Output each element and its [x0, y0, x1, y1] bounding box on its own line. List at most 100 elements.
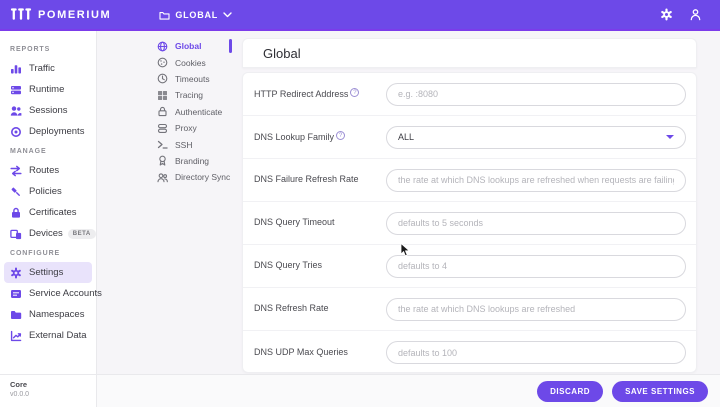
pomerium-mark-icon — [10, 6, 32, 23]
subnav-item-branding[interactable]: Branding — [157, 153, 235, 169]
sidebar-item-external-data[interactable]: External Data — [0, 325, 96, 346]
topbar-actions — [660, 8, 720, 21]
info-icon[interactable]: ? — [336, 130, 346, 140]
pomerium-logo: POMERIUM — [0, 6, 111, 23]
save-settings-button[interactable]: SAVE SETTINGS — [612, 380, 708, 402]
section-label-configure: CONFIGURE — [10, 250, 61, 257]
subnav-item-ssh[interactable]: SSH — [157, 136, 235, 152]
user-icon — [689, 8, 702, 21]
sidebar-item-deployments[interactable]: Deployments — [0, 121, 96, 142]
field-label: DNS Query Tries — [254, 260, 323, 271]
sidebar-item-label: Sessions — [29, 105, 68, 116]
subnav-item-label: Authenticate — [175, 106, 223, 117]
people-icon — [157, 172, 168, 183]
beta-badge: BETA — [67, 228, 96, 239]
deployments-icon — [10, 126, 22, 138]
info-icon[interactable]: ? — [350, 87, 360, 97]
settings-gear-button[interactable] — [660, 8, 673, 21]
dns-refresh-rate-input[interactable] — [386, 297, 686, 321]
form-row-dns-failure-refresh-rate: DNS Failure Refresh Rate — [243, 159, 696, 202]
cookie-icon — [157, 57, 168, 68]
selected-value: ALL — [398, 132, 415, 142]
sidebar-item-settings[interactable]: Settings — [4, 262, 92, 283]
subnav-item-label: Global — [175, 41, 202, 52]
sidebar-item-certificates[interactable]: Certificates — [0, 202, 96, 223]
subnav-item-authenticate[interactable]: Authenticate — [157, 104, 235, 120]
ribbon-icon — [157, 155, 168, 166]
subnav-item-global[interactable]: Global — [157, 38, 235, 54]
dns-query-tries-input[interactable] — [386, 254, 686, 278]
subnav-item-tracing[interactable]: Tracing — [157, 87, 235, 103]
chevron-down-icon — [223, 11, 232, 18]
field-label: DNS Failure Refresh Rate — [254, 174, 359, 185]
settings-content: Global HTTP Redirect Address? DNS Lookup… — [235, 31, 720, 407]
subnav-item-timeouts[interactable]: Timeouts — [157, 71, 235, 87]
form-row-dns-udp-max-queries: DNS UDP Max Queries — [243, 331, 696, 372]
gear-icon — [10, 267, 22, 279]
field-label: DNS Query Timeout — [254, 217, 335, 228]
sidebar-item-policies[interactable]: Policies — [0, 181, 96, 202]
dns-udp-max-queries-input[interactable] — [386, 341, 686, 364]
sidebar-item-traffic[interactable]: Traffic — [0, 58, 96, 79]
dns-query-timeout-input[interactable] — [386, 211, 686, 235]
discard-button[interactable]: DISCARD — [537, 380, 604, 402]
user-account-button[interactable] — [689, 8, 702, 21]
certificate-lock-icon — [10, 207, 22, 219]
active-indicator — [229, 39, 232, 53]
http-redirect-address-input[interactable] — [386, 82, 686, 106]
pomerium-console: POMERIUM GLOBAL REPORTS Traffic Runtime … — [0, 0, 720, 407]
sidebar-item-label: Runtime — [29, 84, 65, 95]
sidebar-item-label: Deployments — [29, 126, 85, 137]
sidebar-item-label: Devices — [29, 228, 63, 239]
policies-icon — [10, 186, 22, 198]
product-version: v0.0.0 — [10, 391, 30, 398]
lock-icon — [157, 106, 168, 117]
global-settings-form: HTTP Redirect Address? DNS Lookup Family… — [242, 72, 697, 373]
subnav-item-label: Branding — [175, 155, 210, 166]
subnav-item-cookies[interactable]: Cookies — [157, 54, 235, 70]
sidebar-item-sessions[interactable]: Sessions — [0, 100, 96, 121]
subnav-item-directory-sync[interactable]: Directory Sync — [157, 169, 235, 185]
workspace-selector[interactable]: GLOBAL — [159, 10, 232, 20]
sessions-icon — [10, 105, 22, 117]
workspace-label: GLOBAL — [175, 9, 219, 20]
sidebar-item-label: External Data — [29, 330, 87, 341]
settings-subnav: Global Cookies Timeouts Tracing Authenti… — [97, 31, 235, 374]
page-title-card: Global — [242, 38, 697, 68]
sidebar-item-label: Settings — [29, 267, 64, 278]
devices-icon — [10, 228, 22, 240]
select-caret-icon — [666, 135, 674, 139]
subnav-item-proxy[interactable]: Proxy — [157, 120, 235, 136]
subnav-item-label: Proxy — [175, 123, 197, 134]
subnav-item-label: Tracing — [175, 90, 204, 101]
sidebar-item-namespaces[interactable]: Namespaces — [0, 304, 96, 325]
dns-lookup-family-select[interactable]: ALL — [386, 125, 686, 149]
sidebar-item-label: Routes — [29, 165, 60, 176]
sidebar-item-label: Policies — [29, 186, 62, 197]
form-row-dns-lookup-family: DNS Lookup Family? ALL — [243, 116, 696, 159]
section-label-manage: MANAGE — [10, 148, 47, 155]
page-title: Global — [263, 45, 301, 61]
primary-sidebar: REPORTS Traffic Runtime Sessions Deploym… — [0, 31, 102, 407]
grid-icon — [157, 90, 168, 101]
traffic-icon — [10, 63, 22, 75]
folder-icon — [159, 10, 170, 20]
sidebar-item-routes[interactable]: Routes — [0, 160, 96, 181]
subnav-item-label: Cookies — [175, 57, 206, 68]
sidebar-item-label: Traffic — [29, 63, 55, 74]
field-label: DNS Refresh Rate — [254, 303, 329, 314]
sidebar-item-runtime[interactable]: Runtime — [0, 79, 96, 100]
form-row-dns-refresh-rate: DNS Refresh Rate — [243, 288, 696, 331]
sidebar-item-devices[interactable]: Devices BETA — [0, 223, 96, 244]
service-accounts-icon — [10, 288, 22, 300]
field-label: HTTP Redirect Address? — [254, 87, 386, 100]
field-label: DNS Lookup Family? — [254, 130, 386, 143]
form-row-dns-query-timeout: DNS Query Timeout — [243, 202, 696, 245]
field-label: DNS UDP Max Queries — [254, 346, 348, 357]
sidebar-item-label: Namespaces — [29, 309, 85, 320]
sidebar-item-label: Service Accounts — [29, 288, 102, 299]
sidebar-item-service-accounts[interactable]: Service Accounts — [0, 283, 102, 304]
form-row-http-redirect-address: HTTP Redirect Address? — [243, 73, 696, 116]
globe-icon — [157, 41, 168, 52]
dns-failure-refresh-rate-input[interactable] — [386, 168, 686, 192]
